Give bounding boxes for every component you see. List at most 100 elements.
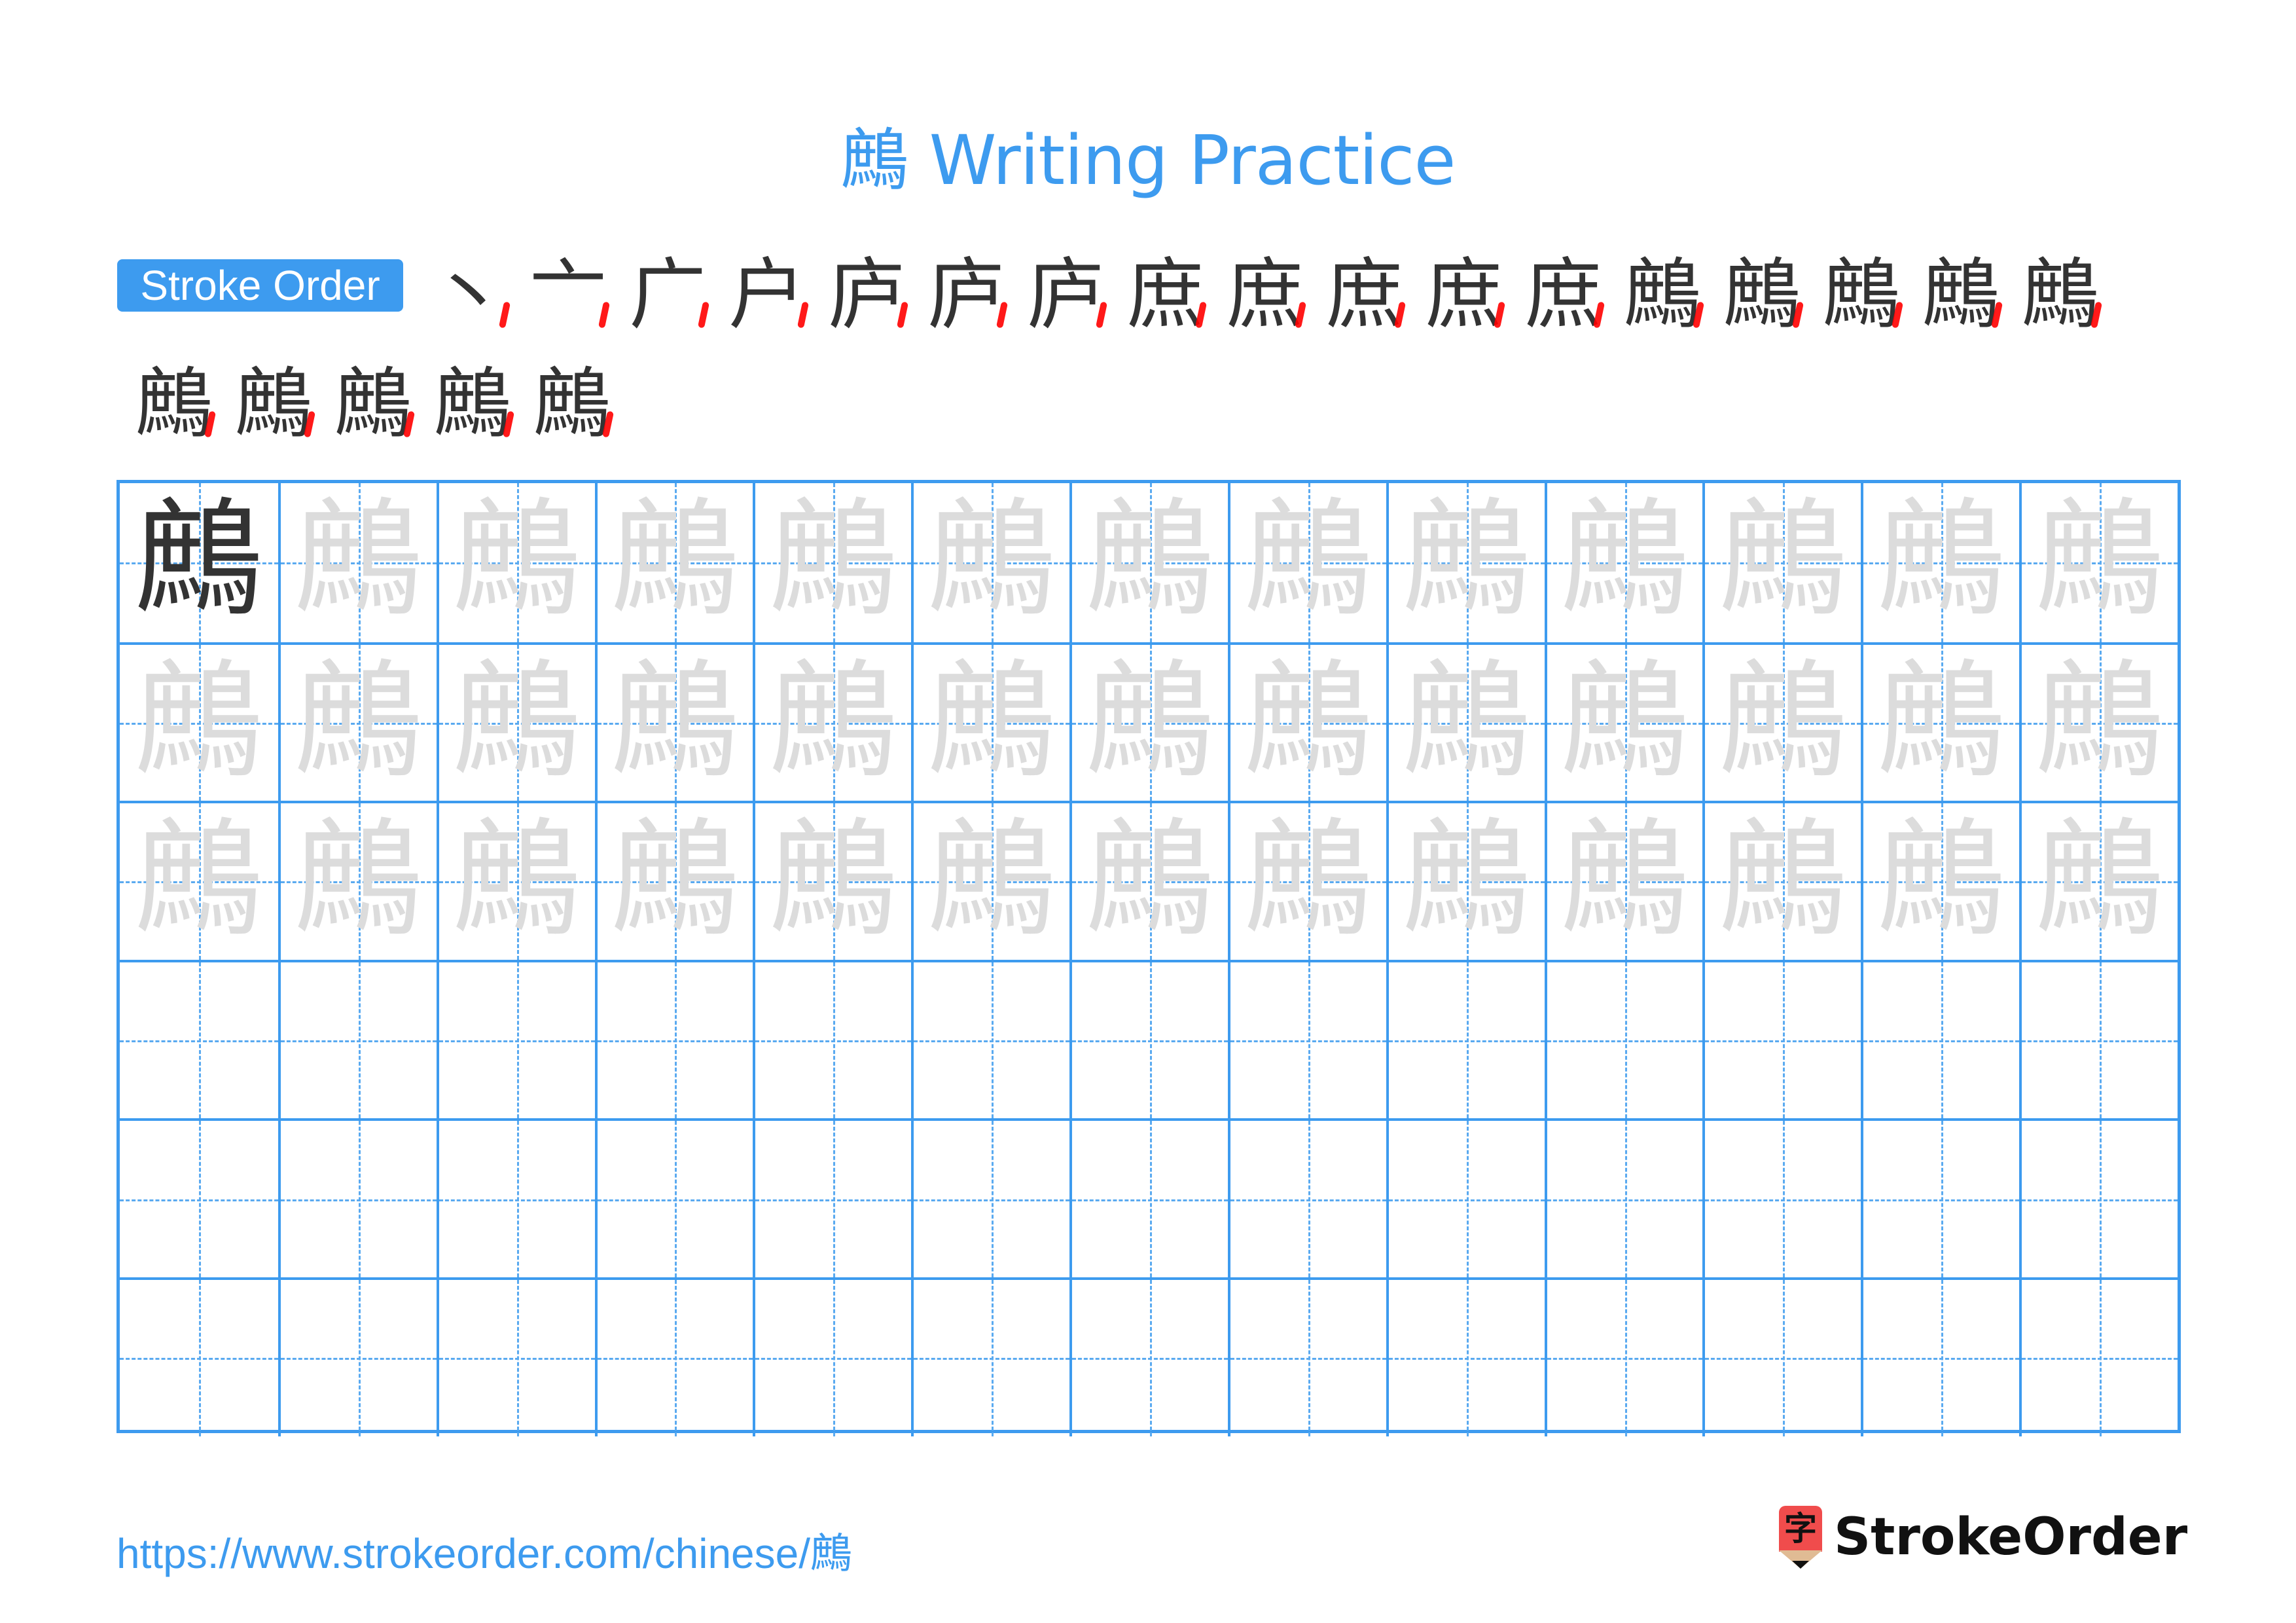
- stroke-step-8: 庶: [1115, 247, 1215, 342]
- practice-cell[interactable]: [1702, 1279, 1861, 1436]
- practice-cell[interactable]: [2019, 1279, 2178, 1436]
- trace-character: 鷓: [769, 486, 898, 635]
- practice-cell[interactable]: [594, 1279, 753, 1436]
- practice-cell[interactable]: 鷓: [1702, 644, 1861, 801]
- practice-cell[interactable]: 鷓: [1861, 483, 2019, 642]
- practice-cell[interactable]: 鷓: [753, 803, 912, 960]
- practice-cell[interactable]: [120, 1279, 278, 1436]
- practice-cell[interactable]: [1069, 1279, 1228, 1436]
- practice-cell[interactable]: [1861, 962, 2019, 1119]
- strokeorder-logo[interactable]: 字 StrokeOrder: [1779, 1506, 2187, 1569]
- practice-cell[interactable]: 鷓: [1386, 803, 1545, 960]
- practice-cell[interactable]: 鷓: [1544, 644, 1703, 801]
- practice-cell[interactable]: 鷓: [2019, 483, 2178, 642]
- stroke-order-row-1: 丶亠广户庐庐庐庶庶庶庶庶鷓鷓鷓鷓鷓: [419, 247, 2110, 342]
- practice-cell[interactable]: [436, 1121, 595, 1277]
- practice-cell[interactable]: 鷓: [911, 644, 1069, 801]
- stroke-highlight: [1393, 301, 1407, 329]
- grid-row: 鷓鷓鷓鷓鷓鷓鷓鷓鷓鷓鷓鷓鷓: [120, 801, 2178, 960]
- practice-cell[interactable]: 鷓: [1069, 644, 1228, 801]
- practice-cell[interactable]: [1544, 1279, 1703, 1436]
- stroke-step-6: 庐: [916, 247, 1016, 342]
- practice-cell[interactable]: [594, 962, 753, 1119]
- practice-cell[interactable]: 鷓: [1861, 644, 2019, 801]
- practice-cell[interactable]: 鷓: [753, 483, 912, 642]
- practice-cell[interactable]: 鷓: [2019, 803, 2178, 960]
- practice-cell[interactable]: 鷓: [436, 483, 595, 642]
- practice-cell[interactable]: 鷓: [1544, 483, 1703, 642]
- practice-cell[interactable]: [278, 962, 437, 1119]
- trace-character: 鷓: [134, 806, 263, 956]
- practice-cell[interactable]: [1544, 1121, 1703, 1277]
- practice-cell[interactable]: [594, 1121, 753, 1277]
- practice-cell[interactable]: 鷓: [2019, 644, 2178, 801]
- footer-url-link[interactable]: https://www.strokeorder.com/chinese/鷓: [117, 1520, 852, 1580]
- practice-cell[interactable]: 鷓: [1386, 483, 1545, 642]
- trace-character: 鷓: [1719, 647, 1848, 797]
- practice-cell[interactable]: 鷓: [1702, 483, 1861, 642]
- practice-cell[interactable]: [1702, 962, 1861, 1119]
- practice-cell[interactable]: 鷓: [278, 803, 437, 960]
- practice-cell[interactable]: 鷓: [436, 644, 595, 801]
- practice-cell[interactable]: [120, 962, 278, 1119]
- practice-cell[interactable]: 鷓: [1069, 803, 1228, 960]
- practice-cell[interactable]: [278, 1279, 437, 1436]
- practice-cell[interactable]: [753, 1121, 912, 1277]
- stroke-step-16: 鷓: [1911, 247, 2011, 342]
- stroke-highlight: [1891, 301, 1904, 329]
- practice-cell[interactable]: 鷓: [594, 483, 753, 642]
- practice-cell[interactable]: [1069, 962, 1228, 1119]
- trace-character: 鷓: [769, 806, 898, 956]
- practice-cell[interactable]: [753, 1279, 912, 1436]
- practice-cell[interactable]: [1227, 962, 1386, 1119]
- practice-cell[interactable]: 鷓: [594, 803, 753, 960]
- practice-cell[interactable]: [1386, 1121, 1545, 1277]
- trace-character: 鷓: [294, 486, 423, 635]
- practice-cell[interactable]: [436, 1279, 595, 1436]
- practice-cell[interactable]: 鷓: [911, 803, 1069, 960]
- trace-character: 鷓: [1560, 647, 1689, 797]
- practice-cell[interactable]: 鷓: [1544, 803, 1703, 960]
- practice-cell[interactable]: 鷓: [911, 483, 1069, 642]
- practice-cell[interactable]: 鷓: [120, 483, 278, 642]
- practice-cell[interactable]: 鷓: [278, 644, 437, 801]
- stroke-highlight: [1692, 301, 1705, 329]
- practice-cell[interactable]: [1702, 1121, 1861, 1277]
- practice-cell[interactable]: 鷓: [1069, 483, 1228, 642]
- practice-cell[interactable]: 鷓: [594, 644, 753, 801]
- practice-cell[interactable]: [1861, 1121, 2019, 1277]
- practice-cell[interactable]: 鷓: [1227, 803, 1386, 960]
- practice-cell[interactable]: 鷓: [1861, 803, 2019, 960]
- practice-cell[interactable]: [278, 1121, 437, 1277]
- practice-cell[interactable]: [1069, 1121, 1228, 1277]
- practice-cell[interactable]: [1386, 962, 1545, 1119]
- practice-cell[interactable]: 鷓: [753, 644, 912, 801]
- practice-cell[interactable]: [1227, 1279, 1386, 1436]
- pencil-logo-icon: 字: [1779, 1506, 1822, 1569]
- practice-cell[interactable]: 鷓: [1227, 644, 1386, 801]
- practice-cell[interactable]: [1544, 962, 1703, 1119]
- practice-cell[interactable]: 鷓: [1227, 483, 1386, 642]
- grid-row: [120, 959, 2178, 1119]
- practice-cell[interactable]: [120, 1121, 278, 1277]
- practice-cell[interactable]: [911, 1279, 1069, 1436]
- practice-cell[interactable]: [911, 1121, 1069, 1277]
- practice-cell[interactable]: 鷓: [1386, 644, 1545, 801]
- practice-cell[interactable]: 鷓: [1702, 803, 1861, 960]
- practice-cell[interactable]: 鷓: [436, 803, 595, 960]
- practice-cell[interactable]: [911, 962, 1069, 1119]
- trace-character: 鷓: [927, 486, 1056, 635]
- practice-cell[interactable]: [2019, 1121, 2178, 1277]
- stroke-step-17: 鷓: [2011, 247, 2110, 342]
- stroke-step-4: 户: [717, 247, 817, 342]
- practice-cell[interactable]: [436, 962, 595, 1119]
- practice-cell[interactable]: [2019, 962, 2178, 1119]
- practice-cell[interactable]: [753, 962, 912, 1119]
- practice-cell[interactable]: [1861, 1279, 2019, 1436]
- practice-cell[interactable]: 鷓: [120, 803, 278, 960]
- practice-cell[interactable]: 鷓: [278, 483, 437, 642]
- practice-cell[interactable]: [1386, 1279, 1545, 1436]
- stroke-highlight: [498, 301, 511, 329]
- practice-cell[interactable]: 鷓: [120, 644, 278, 801]
- practice-cell[interactable]: [1227, 1121, 1386, 1277]
